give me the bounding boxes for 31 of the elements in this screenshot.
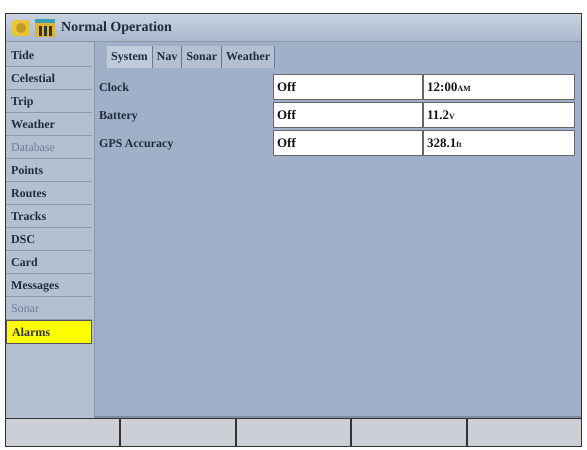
softkey-button[interactable] <box>352 419 466 446</box>
sidebar-item[interactable]: Trip <box>6 90 92 113</box>
state-field[interactable]: Off <box>273 74 423 100</box>
alarm-label: Battery <box>98 108 139 122</box>
sidebar-item[interactable]: Routes <box>6 182 92 205</box>
sidebar-item[interactable]: Messages <box>6 274 92 297</box>
tab[interactable]: System <box>107 46 153 68</box>
tab[interactable]: Sonar <box>182 46 222 68</box>
softkey-button[interactable] <box>236 419 350 446</box>
alarm-label: GPS Accuracy <box>98 136 174 150</box>
state-field[interactable]: Off <box>273 130 423 156</box>
menu-icon <box>34 18 56 38</box>
softkey-button[interactable] <box>121 419 235 446</box>
sidebar-item[interactable]: Points <box>6 159 92 182</box>
value-field[interactable]: 328.1ft <box>423 130 575 156</box>
sidebar-item[interactable]: Alarms <box>6 320 92 344</box>
sidebar-item[interactable]: DSC <box>6 228 92 251</box>
tab[interactable]: Nav <box>152 46 182 68</box>
sidebar-item[interactable]: Tide <box>6 44 92 67</box>
tab[interactable]: Weather <box>222 46 276 68</box>
value-field[interactable]: 12:00AM <box>423 74 575 100</box>
window-title: Normal Operation <box>61 20 172 36</box>
sidebar-item[interactable]: Tracks <box>6 205 92 228</box>
value-field[interactable]: 11.2V <box>423 102 575 128</box>
sidebar-item[interactable]: Card <box>6 251 92 274</box>
sidebar-item[interactable]: Weather <box>6 113 92 136</box>
alarm-label: Clock <box>98 80 130 94</box>
sidebar-item[interactable]: Celestial <box>6 67 92 90</box>
state-field[interactable]: Off <box>273 102 423 128</box>
softkey-button[interactable] <box>468 419 582 446</box>
softkey-button[interactable] <box>6 419 120 446</box>
